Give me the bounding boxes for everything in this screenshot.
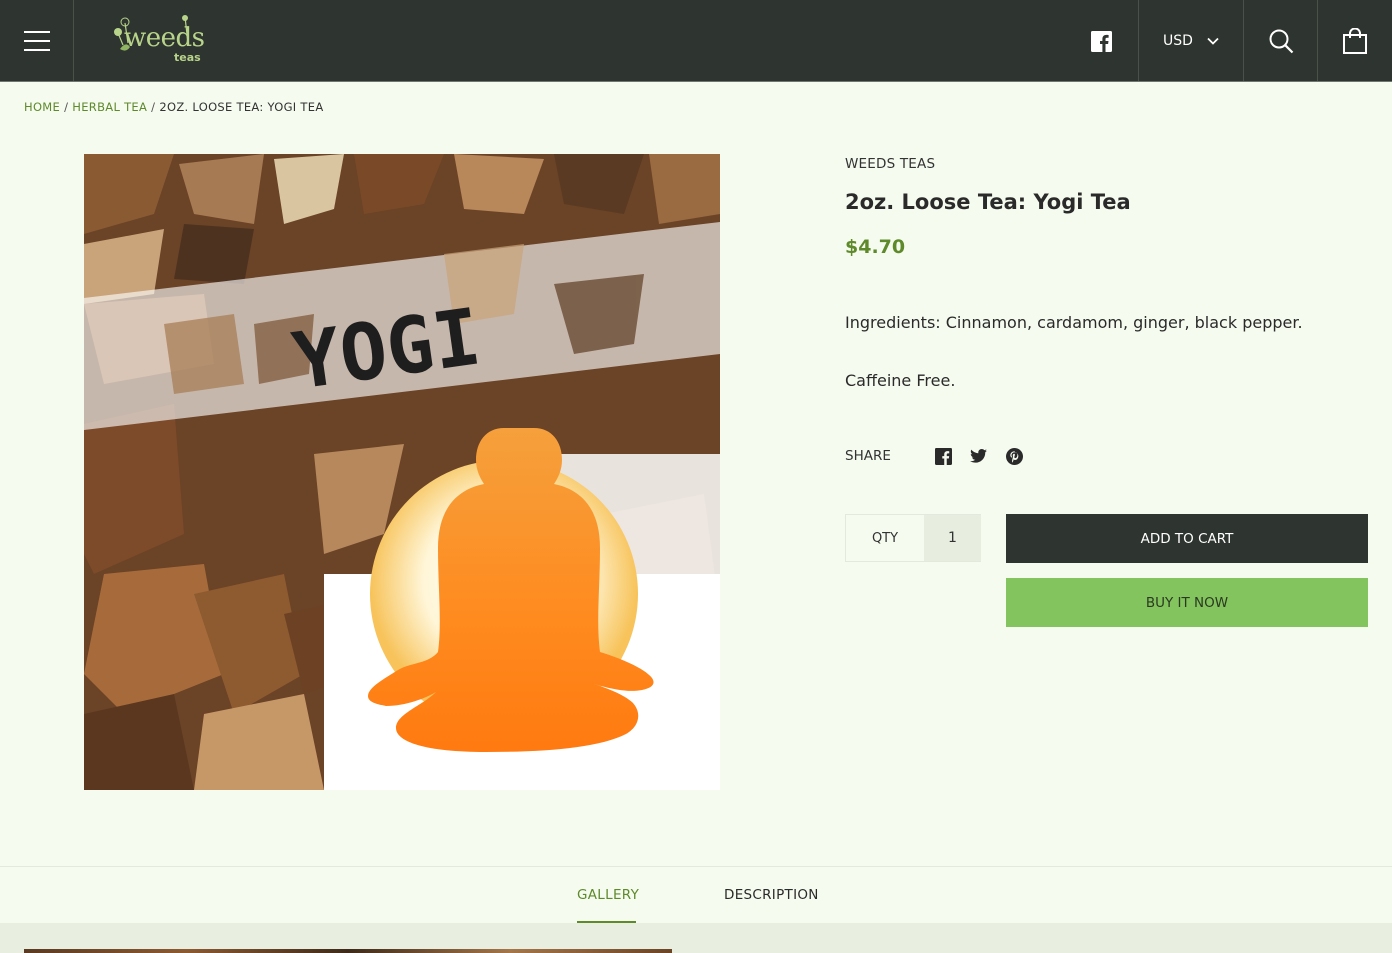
product-vendor[interactable]: WEEDS TEAS: [845, 156, 935, 172]
site-header: weeds teas USD: [0, 0, 1392, 82]
facebook-icon: [934, 447, 952, 465]
twitter-icon: [969, 449, 987, 463]
logo-word: weeds: [124, 23, 205, 53]
search-button[interactable]: [1244, 0, 1318, 82]
tab-description[interactable]: DESCRIPTION: [724, 887, 819, 903]
gallery-section: [0, 923, 1392, 953]
chevron-down-icon: [1207, 37, 1219, 45]
facebook-link[interactable]: [1064, 0, 1138, 82]
add-to-cart-button[interactable]: ADD TO CART: [1006, 514, 1368, 563]
breadcrumb-current: 2OZ. LOOSE TEA: YOGI TEA: [159, 100, 324, 114]
breadcrumb: HOME / HERBAL TEA/2OZ. LOOSE TEA: YOGI TEA: [24, 100, 324, 114]
breadcrumb-separator: /: [151, 100, 156, 114]
menu-button[interactable]: [0, 0, 74, 82]
tab-gallery[interactable]: GALLERY: [577, 887, 639, 903]
share-pinterest-button[interactable]: [1005, 447, 1023, 465]
header-divider: [0, 81, 1392, 82]
logo-sub: teas: [174, 51, 201, 64]
qty-label: QTY: [871, 530, 899, 546]
share-label: SHARE: [845, 448, 891, 464]
product-title: 2oz. Loose Tea: Yogi Tea: [845, 190, 1131, 214]
site-logo[interactable]: weeds teas: [98, 0, 214, 82]
search-icon: [1269, 29, 1293, 54]
breadcrumb-herbal-tea[interactable]: HERBAL TEA: [72, 100, 147, 114]
buy-it-now-button[interactable]: BUY IT NOW: [1006, 578, 1368, 627]
product-price: $4.70: [845, 236, 906, 258]
hamburger-menu-icon: [23, 31, 50, 51]
breadcrumb-home[interactable]: HOME: [24, 100, 60, 114]
product-ingredients: Ingredients: Cinnamon, cardamom, ginger,…: [845, 313, 1303, 332]
shopping-bag-icon: [1343, 28, 1367, 54]
facebook-icon: [1090, 30, 1112, 52]
pinterest-icon: [1005, 447, 1023, 465]
quantity-input[interactable]: [924, 515, 981, 561]
quantity-selector: QTY: [845, 514, 981, 562]
product-tabs: GALLERY DESCRIPTION: [0, 866, 1392, 924]
product-caffeine-note: Caffeine Free.: [845, 371, 956, 390]
cart-button[interactable]: [1318, 0, 1392, 82]
logo-mark: weeds teas: [108, 13, 205, 69]
share-twitter-button[interactable]: [969, 447, 987, 465]
currency-label: USD: [1163, 33, 1193, 49]
currency-selector[interactable]: USD: [1138, 0, 1244, 82]
yogi-tea-image: YOGI: [84, 154, 720, 790]
product-image[interactable]: YOGI: [84, 154, 720, 790]
breadcrumb-separator: /: [64, 100, 69, 114]
gallery-image[interactable]: [24, 949, 672, 953]
share-facebook-button[interactable]: [934, 447, 952, 465]
